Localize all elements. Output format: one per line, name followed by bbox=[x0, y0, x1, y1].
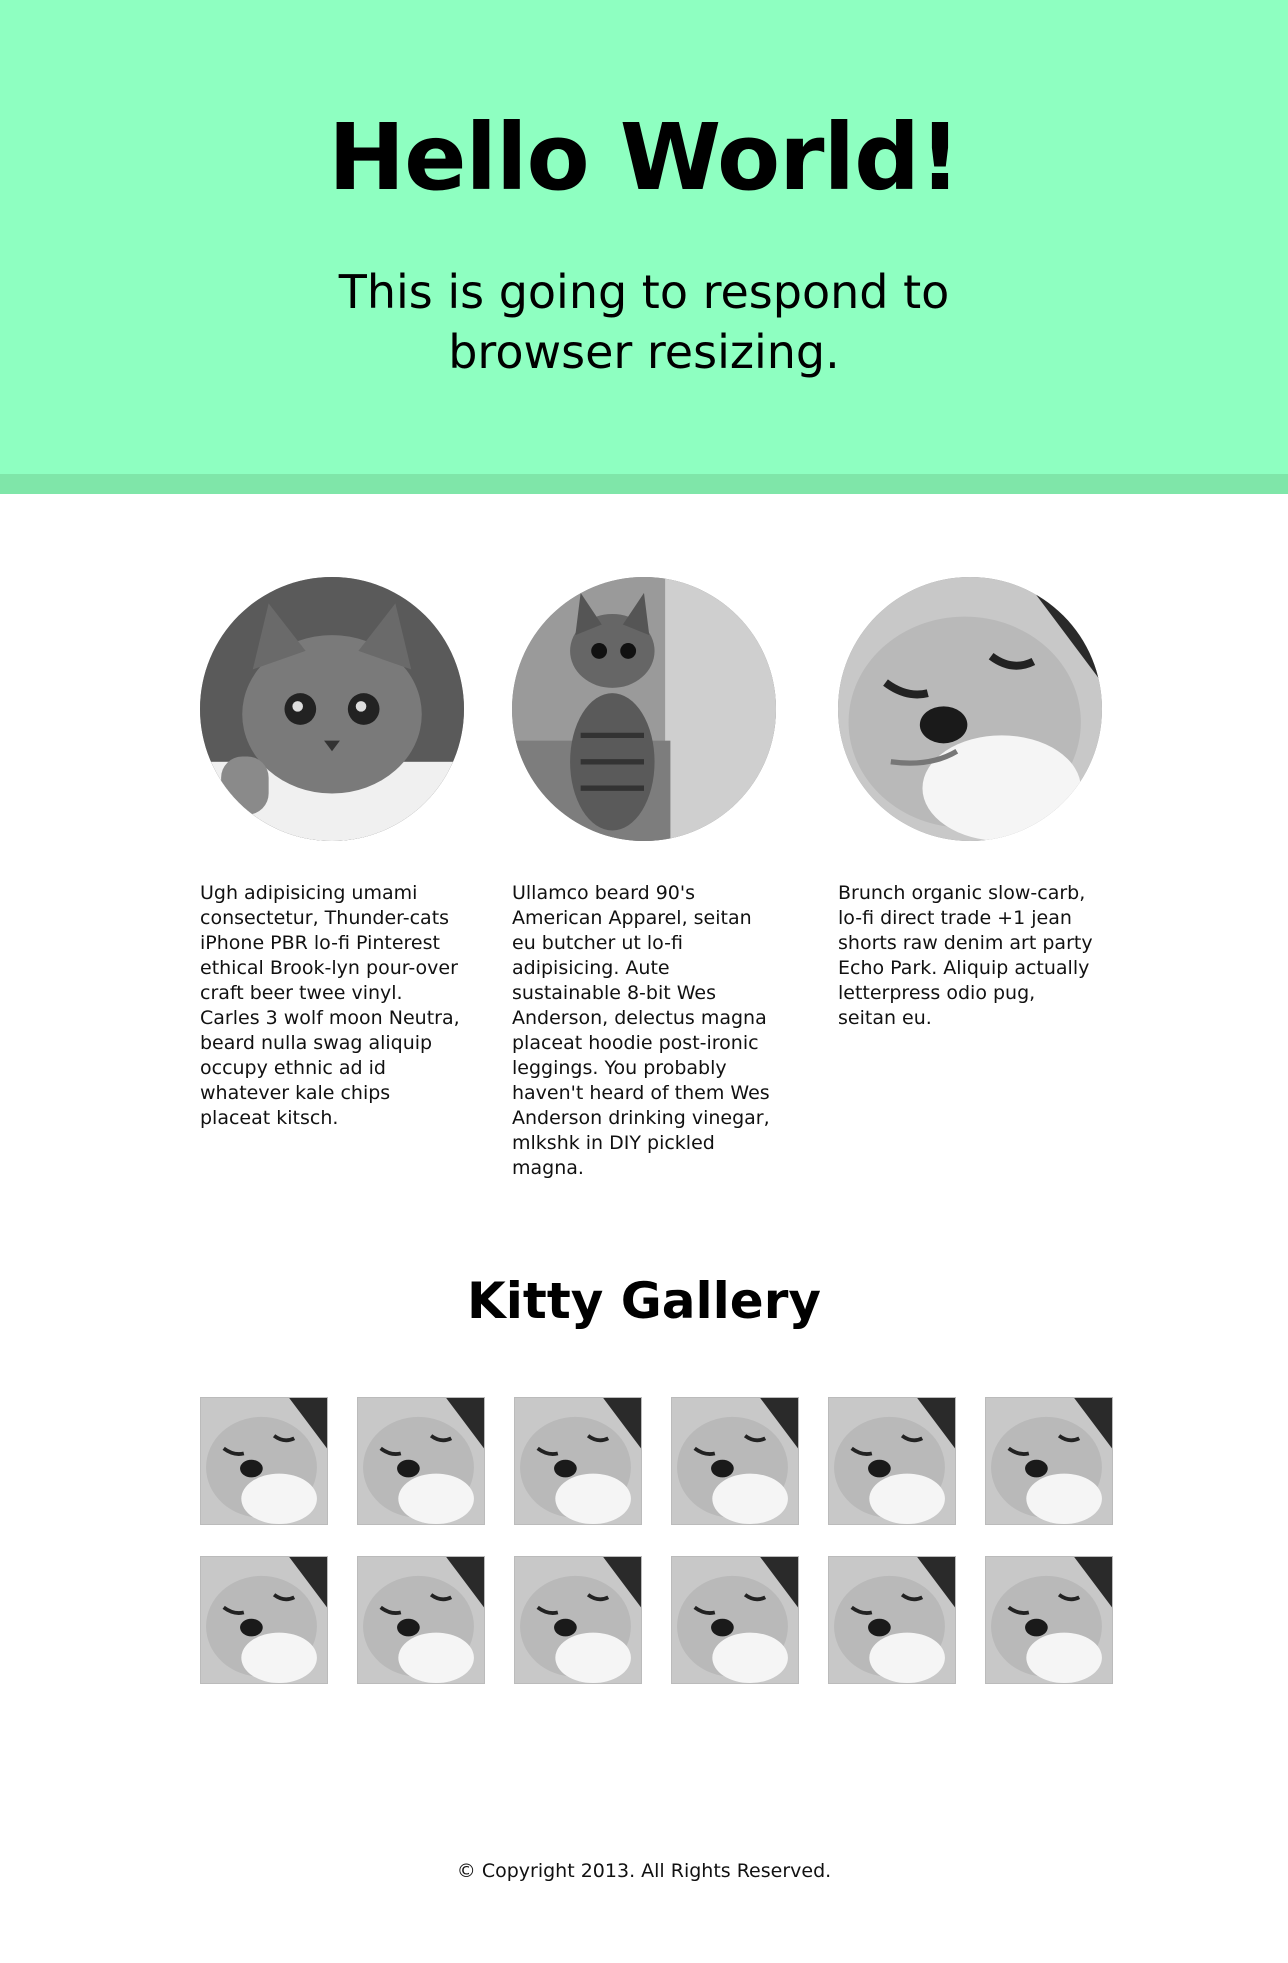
feature-column-2: Ullamco beard 90's American Apparel, sei… bbox=[512, 577, 782, 1181]
kitten-fluffy-photo bbox=[200, 577, 464, 841]
gallery-title: Kitty Gallery bbox=[467, 1272, 821, 1330]
gallery-thumbnail[interactable] bbox=[671, 1397, 799, 1525]
kitten-sleeping-icon bbox=[201, 1398, 327, 1524]
feature-text-1: Ugh adipisicing umami consectetur, Thund… bbox=[200, 882, 460, 1129]
feature-column-1: Ugh adipisicing umami consectetur, Thund… bbox=[200, 577, 470, 1131]
kitten-sleeping-photo bbox=[838, 577, 1102, 841]
gallery-thumbnail[interactable] bbox=[357, 1397, 485, 1525]
hero-title: Hello World! bbox=[328, 104, 961, 211]
gallery-thumbnail[interactable] bbox=[200, 1397, 328, 1525]
copyright-text: © Copyright 2013. All Rights Reserved. bbox=[456, 1860, 832, 1882]
kitten-sleeping-icon bbox=[838, 577, 1102, 841]
kitten-sleeping-icon bbox=[829, 1557, 955, 1683]
kitten-sleeping-icon bbox=[515, 1398, 641, 1524]
gallery-thumbnail[interactable] bbox=[828, 1397, 956, 1525]
kitten-sleeping-icon bbox=[358, 1557, 484, 1683]
hero-banner: Hello World! This is going to respond to… bbox=[0, 0, 1288, 494]
gallery-thumbnail[interactable] bbox=[514, 1556, 642, 1684]
gallery-thumbnail[interactable] bbox=[514, 1397, 642, 1525]
kitten-sleeping-icon bbox=[829, 1398, 955, 1524]
kitten-sleeping-icon bbox=[201, 1557, 327, 1683]
kitten-sleeping-icon bbox=[986, 1557, 1112, 1683]
features-section: Ugh adipisicing umami consectetur, Thund… bbox=[200, 577, 1102, 1179]
kitten-fluffy-icon bbox=[200, 577, 464, 841]
gallery-thumbnail[interactable] bbox=[985, 1397, 1113, 1525]
feature-column-3: Brunch organic slow-carb, lo-fi direct t… bbox=[838, 577, 1108, 1031]
feature-text-3: Brunch organic slow-carb, lo-fi direct t… bbox=[838, 882, 1093, 1029]
hero-subtitle: This is going to respond to browser resi… bbox=[338, 265, 950, 379]
kitten-sleeping-icon bbox=[672, 1398, 798, 1524]
gallery-thumbnail[interactable] bbox=[671, 1556, 799, 1684]
gallery-thumbnail[interactable] bbox=[357, 1556, 485, 1684]
gallery-thumbnail[interactable] bbox=[200, 1556, 328, 1684]
footer: © Copyright 2013. All Rights Reserved. bbox=[0, 1860, 1288, 1882]
kitten-sleeping-icon bbox=[672, 1557, 798, 1683]
feature-text-2: Ullamco beard 90's American Apparel, sei… bbox=[512, 882, 770, 1179]
kitty-gallery-grid bbox=[200, 1397, 1114, 1687]
kitten-tabby-icon bbox=[512, 577, 776, 841]
kitten-sleeping-icon bbox=[358, 1398, 484, 1524]
gallery-thumbnail[interactable] bbox=[985, 1556, 1113, 1684]
kitten-sleeping-icon bbox=[986, 1398, 1112, 1524]
kitten-tabby-photo bbox=[512, 577, 776, 841]
gallery-thumbnail[interactable] bbox=[828, 1556, 956, 1684]
kitten-sleeping-icon bbox=[515, 1557, 641, 1683]
